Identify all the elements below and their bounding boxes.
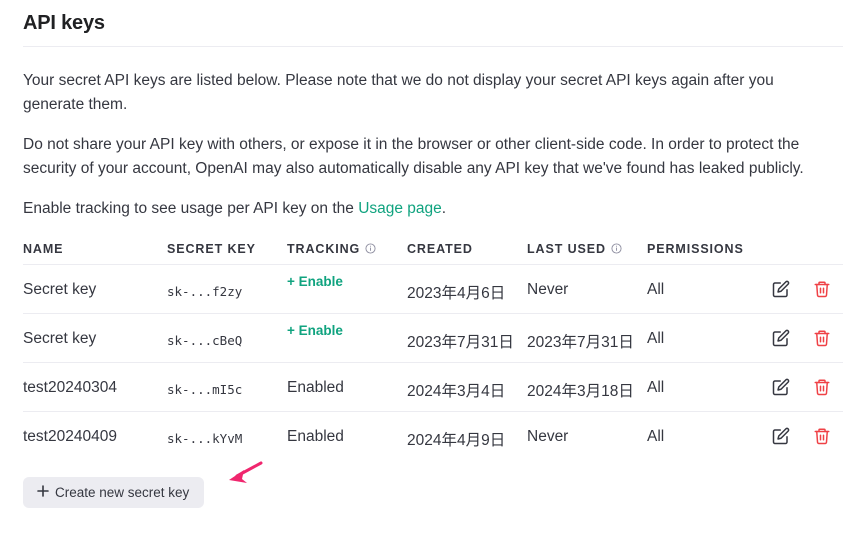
tracking-status: Enabled: [287, 428, 344, 445]
key-name: Secret key: [23, 330, 97, 347]
create-secret-key-button[interactable]: Create new secret key: [23, 477, 204, 508]
key-last-used: 2023年7月31日: [527, 334, 634, 351]
title-divider: [23, 46, 843, 47]
usage-page-link[interactable]: Usage page: [358, 200, 442, 217]
column-header-created: CREATED: [407, 242, 473, 256]
key-secret: sk-...cBeQ: [167, 333, 243, 348]
key-last-used: 2024年3月18日: [527, 383, 634, 400]
enable-tracking-link[interactable]: + Enable: [287, 323, 343, 338]
page-title: API keys: [23, 12, 105, 34]
table-row: test20240304 sk-...mI5c Enabled 2024年3月4…: [23, 363, 843, 412]
enable-tracking-link[interactable]: + Enable: [287, 274, 343, 289]
column-header-last-used: LAST USED: [527, 242, 622, 257]
key-permissions: All: [647, 428, 665, 445]
create-secret-key-label: Create new secret key: [55, 485, 190, 500]
plus-icon: [36, 484, 50, 501]
key-name: Secret key: [23, 281, 97, 298]
key-created: 2024年4月9日: [407, 432, 506, 449]
annotation-arrow-icon: [225, 458, 265, 491]
column-header-permissions: PERMISSIONS: [647, 242, 744, 256]
info-circle-icon[interactable]: [365, 243, 376, 257]
table-row: test20240409 sk-...kYvM Enabled 2024年4月9…: [23, 412, 843, 461]
column-header-tracking-label: TRACKING: [287, 242, 361, 256]
key-permissions: All: [647, 379, 665, 396]
column-header-tracking: TRACKING: [287, 242, 376, 257]
intro-paragraph-2: Do not share your API key with others, o…: [23, 136, 804, 177]
pencil-square-icon[interactable]: [772, 378, 790, 396]
key-secret: sk-...mI5c: [167, 382, 243, 397]
key-last-used: Never: [527, 281, 569, 298]
tracking-hint-period: .: [441, 200, 447, 217]
key-name: test20240304: [23, 379, 117, 396]
trash-icon[interactable]: [813, 280, 831, 298]
key-permissions: All: [647, 330, 665, 347]
key-permissions: All: [647, 281, 665, 298]
trash-icon[interactable]: [813, 378, 831, 396]
table-row: Secret key sk-...f2zy + Enable 2023年4月6日…: [23, 265, 843, 314]
key-last-used: Never: [527, 428, 569, 445]
tracking-hint-text: Enable tracking to see usage per API key…: [23, 200, 359, 217]
intro-paragraph-3: Enable tracking to see usage per API key…: [23, 197, 838, 221]
trash-icon[interactable]: [813, 329, 831, 347]
key-secret: sk-...f2zy: [167, 284, 243, 299]
column-header-name: NAME: [23, 242, 64, 256]
trash-icon[interactable]: [813, 427, 831, 445]
pencil-square-icon[interactable]: [772, 427, 790, 445]
info-circle-icon[interactable]: [611, 243, 622, 257]
tracking-status: Enabled: [287, 379, 344, 396]
key-created: 2023年4月6日: [407, 285, 506, 302]
key-created: 2023年7月31日: [407, 334, 514, 351]
pencil-square-icon[interactable]: [772, 329, 790, 347]
column-header-secret-key: SECRET KEY: [167, 242, 256, 256]
key-created: 2024年3月4日: [407, 383, 506, 400]
intro-paragraph-1: Your secret API keys are listed below. P…: [23, 72, 774, 113]
column-header-last-used-label: LAST USED: [527, 242, 606, 256]
table-row: Secret key sk-...cBeQ + Enable 2023年7月31…: [23, 314, 843, 363]
key-secret: sk-...kYvM: [167, 431, 243, 446]
pencil-square-icon[interactable]: [772, 280, 790, 298]
key-name: test20240409: [23, 428, 117, 445]
